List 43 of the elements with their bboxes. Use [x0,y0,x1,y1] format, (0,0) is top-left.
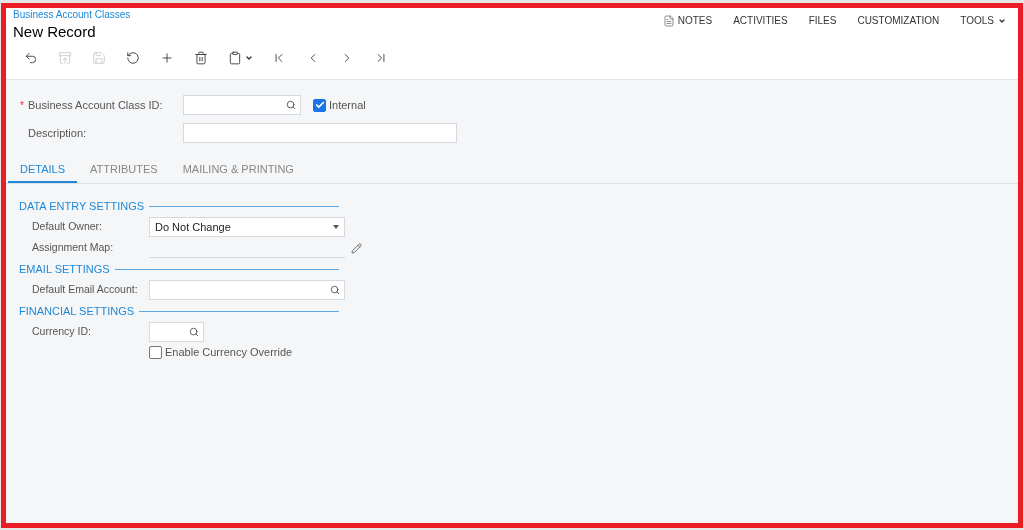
field-label: Business Account Class ID: [27,97,164,113]
search-icon[interactable] [286,100,296,110]
trash-icon [194,51,208,65]
section-title: FINANCIAL SETTINGS [19,303,135,319]
field-label: Default Owner: [32,219,103,235]
search-icon[interactable] [330,285,340,295]
section-title: EMAIL SETTINGS [19,261,110,277]
checkbox-label: Enable Currency Override [165,344,293,360]
field-label: Description: [27,125,88,141]
input-field[interactable] [183,95,301,115]
menu-button[interactable]: ACTIVITIES [733,13,788,28]
required-mark: * [20,98,24,113]
menu-button[interactable]: FILES [808,13,837,28]
search-icon[interactable] [189,327,199,337]
input-field[interactable] [149,280,345,300]
breadcrumb-link[interactable]: Business Account Classes [13,9,131,21]
back-arrow-icon [24,51,38,65]
input-field[interactable] [183,123,457,143]
owner-dropdown[interactable]: Do Not Change [149,217,345,237]
field-label: Assignment Map: [32,240,114,256]
field-label: Default Email Account: [32,282,138,298]
checkbox[interactable] [313,98,326,112]
pencil-icon[interactable] [351,242,362,254]
last-icon [374,51,388,65]
caret-icon [244,54,253,62]
undo-icon [126,51,140,65]
document-icon [662,14,675,27]
save-icon [92,51,106,65]
checkbox-label: Internal [329,97,366,113]
first-icon [272,51,286,65]
save-close-icon [58,51,72,65]
plus-icon [160,51,174,65]
caret-icon [333,225,339,229]
tools-menu[interactable]: TOOLS [960,13,1006,28]
notes-button[interactable]: NOTES [662,13,713,28]
section-title: DATA ENTRY SETTINGS [19,198,145,214]
clipboard-icon [227,51,242,65]
page-title: New Record [13,22,97,42]
field-label: Currency ID: [32,324,91,340]
checkbox[interactable] [149,345,162,359]
tab[interactable]: DETAILS [8,157,78,183]
menu-button[interactable]: CUSTOMIZATION [857,13,940,28]
input-field[interactable] [149,322,204,342]
